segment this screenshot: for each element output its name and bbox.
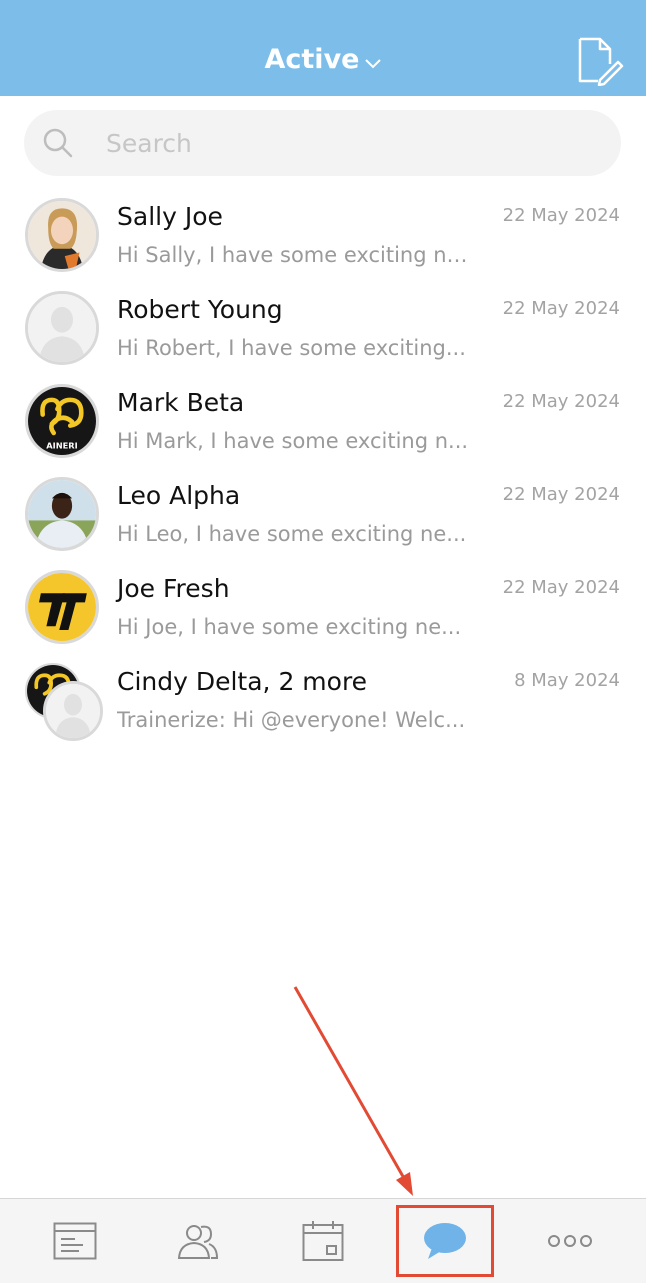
conversation-preview: Hi Mark, I have some exciting n... bbox=[117, 429, 469, 453]
dashboard-icon bbox=[53, 1222, 97, 1260]
conversation-date: 22 May 2024 bbox=[502, 205, 620, 226]
conversation-row[interactable]: Sally Joe Hi Sally, I have some exciting… bbox=[0, 185, 646, 278]
compose-icon[interactable] bbox=[574, 36, 624, 87]
avatar bbox=[25, 570, 99, 644]
conversation-name: Sally Joe bbox=[117, 202, 223, 231]
conversation-name: Cindy Delta, 2 more bbox=[117, 667, 368, 696]
avatar: AINERI bbox=[25, 384, 99, 458]
conversation-row[interactable]: Robert Young Hi Robert, I have some exci… bbox=[0, 278, 646, 371]
tab-calendar[interactable] bbox=[258, 1199, 387, 1283]
conversation-preview: Hi Joe, I have some exciting ne... bbox=[117, 615, 462, 639]
tab-clients[interactable] bbox=[133, 1199, 262, 1283]
filter-dropdown[interactable]: Active bbox=[0, 44, 646, 76]
conversation-preview: Trainerize: Hi @everyone! Welc... bbox=[117, 708, 466, 732]
conversation-date: 22 May 2024 bbox=[502, 577, 620, 598]
conversation-date: 22 May 2024 bbox=[502, 484, 620, 505]
group-avatar bbox=[25, 663, 103, 741]
conversation-name: Mark Beta bbox=[117, 388, 245, 417]
conversation-name: Joe Fresh bbox=[117, 574, 230, 603]
conversation-preview: Hi Leo, I have some exciting ne... bbox=[117, 522, 467, 546]
svg-text:AINERI: AINERI bbox=[46, 441, 77, 451]
conversation-date: 22 May 2024 bbox=[502, 391, 620, 412]
conversation-date: 8 May 2024 bbox=[514, 670, 620, 691]
clients-icon bbox=[176, 1222, 220, 1260]
conversation-row[interactable]: Cindy Delta, 2 more Trainerize: Hi @ever… bbox=[0, 650, 646, 743]
annotation-highlight-box bbox=[396, 1205, 494, 1277]
conversation-row[interactable]: AINERI Mark Beta Hi Mark, I have some ex… bbox=[0, 371, 646, 464]
calendar-icon bbox=[302, 1220, 344, 1262]
more-icon bbox=[547, 1234, 593, 1248]
top-bar: Active bbox=[0, 0, 646, 96]
conversation-name: Robert Young bbox=[117, 295, 283, 324]
search-bar[interactable] bbox=[24, 110, 621, 176]
conversation-date: 22 May 2024 bbox=[502, 298, 620, 319]
conversation-preview: Hi Robert, I have some exciting... bbox=[117, 336, 466, 360]
filter-label: Active bbox=[264, 44, 360, 75]
tab-dashboard[interactable] bbox=[10, 1199, 139, 1283]
avatar bbox=[25, 291, 99, 365]
tab-more[interactable] bbox=[505, 1199, 634, 1283]
conversation-name: Leo Alpha bbox=[117, 481, 241, 510]
chevron-down-icon bbox=[365, 45, 382, 76]
conversation-row[interactable]: Joe Fresh Hi Joe, I have some exciting n… bbox=[0, 557, 646, 650]
avatar bbox=[25, 198, 99, 272]
search-input[interactable] bbox=[106, 110, 596, 176]
conversation-row[interactable]: Leo Alpha Hi Leo, I have some exciting n… bbox=[0, 464, 646, 557]
tab-bar bbox=[0, 1198, 646, 1283]
search-icon bbox=[42, 127, 74, 159]
conversation-preview: Hi Sally, I have some exciting ne... bbox=[117, 243, 477, 267]
avatar bbox=[25, 477, 99, 551]
